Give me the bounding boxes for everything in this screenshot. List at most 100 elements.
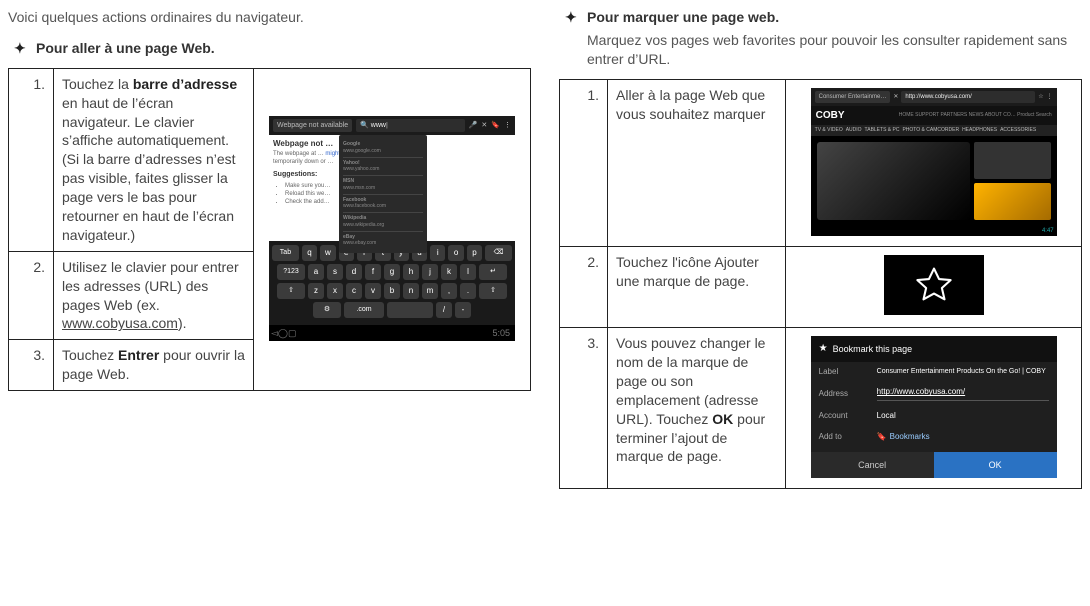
nav-item[interactable]: ACCESSORIES bbox=[1000, 127, 1036, 134]
browser-top-bar: Consumer Entertainme… ✕ http://www.cobyu… bbox=[811, 88, 1057, 106]
key-dash[interactable]: - bbox=[455, 302, 471, 318]
nav-recent-icon[interactable]: ▢ bbox=[288, 327, 297, 339]
address-bar[interactable]: 🔍 www| bbox=[356, 119, 465, 132]
steps-table-right: 1. Aller à la page Web que vous souhaite… bbox=[559, 79, 1082, 489]
mock-coby-site: Consumer Entertainme… ✕ http://www.cobyu… bbox=[811, 88, 1057, 236]
dialog-account-label: Account bbox=[819, 411, 867, 422]
search-icon: 🔍 bbox=[360, 122, 371, 129]
nav-item[interactable]: AUDIO bbox=[846, 127, 862, 134]
suggestion-item[interactable]: Facebookwww.facebook.com bbox=[343, 195, 423, 214]
step-number: 3. bbox=[9, 340, 54, 391]
key-tab[interactable]: Tab bbox=[272, 245, 299, 261]
nav-back-icon[interactable]: ◅ bbox=[271, 327, 278, 339]
dialog-addto-value[interactable]: Bookmarks bbox=[877, 432, 1049, 443]
browser-tab[interactable]: Consumer Entertainme… bbox=[815, 91, 891, 103]
android-nav-bar: 4:47 bbox=[811, 226, 1057, 236]
step-text: Touchez Entrer pour ouvrir la page Web. bbox=[54, 340, 254, 391]
key-symbols[interactable]: ?123 bbox=[277, 264, 305, 280]
status-clock: 4:47 bbox=[1042, 227, 1054, 235]
key[interactable]: h bbox=[403, 264, 419, 280]
step-image-coby-site: Consumer Entertainme… ✕ http://www.cobyu… bbox=[786, 79, 1082, 246]
step-number: 3. bbox=[560, 328, 608, 489]
browser-tab[interactable]: Webpage not available bbox=[273, 119, 352, 132]
key[interactable]: b bbox=[384, 283, 400, 299]
mock-browser: Webpage not available 🔍 www| 🎤 ✕ 🔖 ⋮ Web… bbox=[269, 116, 515, 342]
suggestion-item[interactable]: Yahoo!www.yahoo.com bbox=[343, 158, 423, 177]
steps-table-left: 1. Touchez la barre d’adresse en haut de… bbox=[8, 68, 531, 391]
nav-home-icon[interactable]: ◯ bbox=[278, 327, 288, 339]
key-backspace[interactable]: ⌫ bbox=[485, 245, 512, 261]
key[interactable]: x bbox=[327, 283, 343, 299]
add-bookmark-star-icon bbox=[884, 255, 984, 315]
nav-item[interactable]: TABLETS & PC bbox=[865, 127, 900, 134]
key[interactable]: m bbox=[422, 283, 438, 299]
key-shift[interactable]: ⇧ bbox=[277, 283, 305, 299]
suggestion-item[interactable]: eBaywww.ebay.com bbox=[343, 232, 423, 250]
nav-item[interactable]: PHOTO & CAMCORDER bbox=[902, 127, 959, 134]
key[interactable]: q bbox=[302, 245, 317, 261]
step-number: 1. bbox=[9, 68, 54, 251]
cancel-button[interactable]: Cancel bbox=[811, 452, 934, 478]
key-slash[interactable]: / bbox=[436, 302, 452, 318]
section-title-bookmark: Pour marquer une page web. bbox=[587, 8, 1082, 27]
suggestion-item[interactable]: MSNwww.msn.com bbox=[343, 176, 423, 195]
key[interactable]: a bbox=[308, 264, 324, 280]
nav-item[interactable]: HEADPHONES bbox=[962, 127, 997, 134]
section-title-go-to-page: Pour aller à une page Web. bbox=[36, 39, 531, 58]
dialog-label-label: Label bbox=[819, 367, 867, 378]
close-icon[interactable]: ✕ bbox=[481, 121, 487, 130]
dialog-account-value[interactable]: Local bbox=[877, 411, 1049, 422]
step-image-star-icon bbox=[786, 247, 1082, 328]
ok-button[interactable]: OK bbox=[934, 452, 1057, 478]
key-space[interactable] bbox=[387, 302, 433, 318]
left-column: Voici quelques actions ordinaires du nav… bbox=[8, 8, 531, 489]
key-com[interactable]: .com bbox=[344, 302, 384, 318]
key[interactable]: . bbox=[460, 283, 476, 299]
intro-text: Voici quelques actions ordinaires du nav… bbox=[8, 8, 531, 27]
bookmark-star-icon[interactable]: ☆ bbox=[1038, 93, 1043, 101]
key[interactable]: n bbox=[403, 283, 419, 299]
mic-icon[interactable]: 🎤 bbox=[469, 121, 478, 130]
key[interactable]: f bbox=[365, 264, 381, 280]
key[interactable]: s bbox=[327, 264, 343, 280]
step-image-bookmark-dialog: Bookmark this page Label Consumer Entert… bbox=[786, 328, 1082, 489]
nav-item[interactable]: TV & VIDEO bbox=[815, 127, 843, 134]
key-settings[interactable]: ⚙ bbox=[313, 302, 341, 318]
key[interactable]: j bbox=[422, 264, 438, 280]
suggestion-item[interactable]: Googlewww.google.com bbox=[343, 139, 423, 158]
key[interactable]: c bbox=[346, 283, 362, 299]
dialog-address-value[interactable]: http://www.cobyusa.com/ bbox=[877, 387, 1049, 401]
close-icon[interactable]: ✕ bbox=[893, 93, 898, 101]
site-nav: TV & VIDEO AUDIO TABLETS & PC PHOTO & CA… bbox=[811, 125, 1057, 136]
key[interactable]: p bbox=[467, 245, 482, 261]
address-bar[interactable]: http://www.cobyusa.com/ bbox=[901, 91, 1035, 103]
key[interactable]: o bbox=[448, 245, 463, 261]
browser-body: Webpage not … The webpage at … might be … bbox=[269, 135, 515, 241]
key-shift[interactable]: ⇧ bbox=[479, 283, 507, 299]
overflow-menu-icon[interactable]: ⋮ bbox=[1047, 93, 1053, 101]
step-number: 2. bbox=[560, 247, 608, 328]
onscreen-keyboard: Tab q w e r t y u i o p bbox=[269, 241, 515, 325]
suggestion-item[interactable]: Wikipediawww.wikipedia.org bbox=[343, 213, 423, 232]
key-enter[interactable]: ↵ bbox=[479, 264, 507, 280]
key[interactable]: v bbox=[365, 283, 381, 299]
key[interactable]: w bbox=[320, 245, 335, 261]
key[interactable]: i bbox=[430, 245, 445, 261]
key[interactable]: k bbox=[441, 264, 457, 280]
bookmark-icon[interactable]: 🔖 bbox=[491, 121, 500, 130]
key[interactable]: g bbox=[384, 264, 400, 280]
key[interactable]: , bbox=[441, 283, 457, 299]
bookmark-dialog: Bookmark this page Label Consumer Entert… bbox=[811, 336, 1057, 478]
url-suggestions-dropdown: Googlewww.google.com Yahoo!www.yahoo.com… bbox=[339, 135, 427, 253]
key[interactable]: l bbox=[460, 264, 476, 280]
browser-top-bar: Webpage not available 🔍 www| 🎤 ✕ 🔖 ⋮ bbox=[269, 116, 515, 135]
step-image-browser-keyboard: Webpage not available 🔍 www| 🎤 ✕ 🔖 ⋮ Web… bbox=[254, 68, 531, 390]
step-text: Touchez la barre d’adresse en haut de l’… bbox=[54, 68, 254, 251]
site-hero bbox=[811, 136, 1057, 226]
dialog-label-value[interactable]: Consumer Entertainment Products On the G… bbox=[877, 367, 1049, 376]
step-text: Utilisez le clavier pour entrer les adre… bbox=[54, 251, 254, 340]
key[interactable]: z bbox=[308, 283, 324, 299]
key[interactable]: d bbox=[346, 264, 362, 280]
overflow-menu-icon[interactable]: ⋮ bbox=[504, 121, 511, 130]
page: Voici quelques actions ordinaires du nav… bbox=[8, 8, 1082, 489]
